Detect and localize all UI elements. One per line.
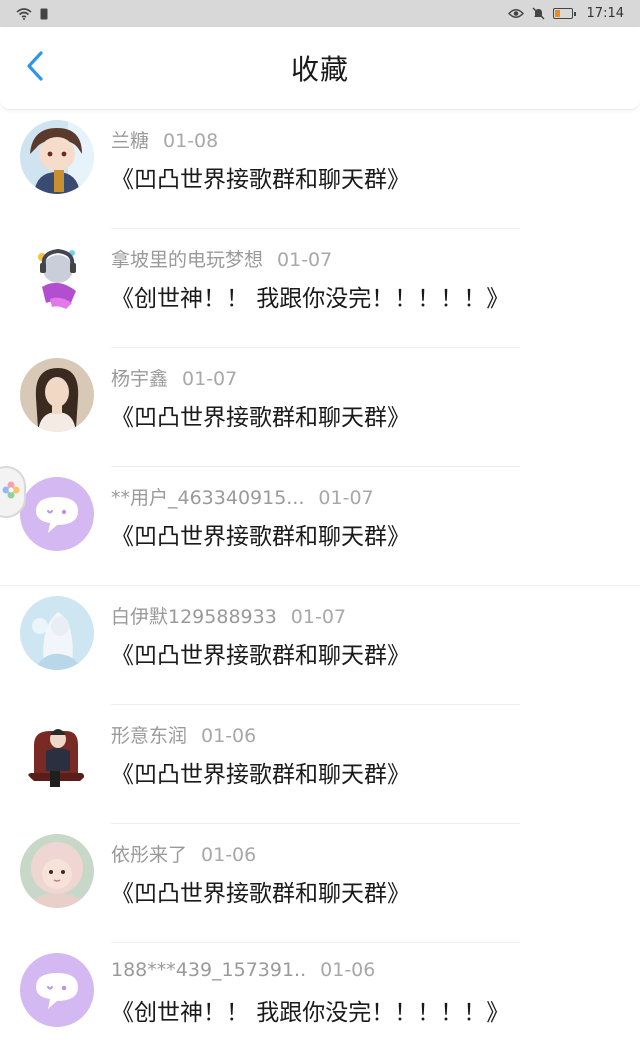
item-meta: 兰糖 01-08 — [111, 126, 218, 153]
item-meta: 188***439_157391.. 01-06 — [111, 959, 375, 981]
avatar[interactable] — [20, 239, 94, 313]
chevron-left-icon — [25, 50, 45, 86]
avatar[interactable] — [20, 477, 94, 551]
item-date: 01-07 — [277, 249, 333, 271]
avatar[interactable] — [20, 596, 94, 670]
list-item[interactable]: **用户_463340915... 01-07 《凹凸世界接歌群和聊天群》 — [0, 467, 640, 586]
avatar[interactable] — [20, 120, 94, 194]
list-item[interactable]: 形意东润 01-06 《凹凸世界接歌群和聊天群》 — [0, 705, 640, 824]
mute-icon — [532, 7, 545, 20]
status-bar-left — [16, 7, 48, 20]
wifi-icon — [16, 7, 32, 20]
user-name: 形意东润 — [111, 725, 188, 747]
item-date: 01-07 — [290, 606, 347, 628]
user-name: 兰糖 — [111, 130, 150, 152]
status-time: 17:14 — [586, 6, 624, 21]
user-name: 杨宇鑫 — [111, 368, 169, 390]
list-item[interactable]: 188***439_157391.. 01-06 《创世神！！ 我跟你没完！！！！… — [0, 943, 640, 1062]
item-meta: 白伊默129588933 01-07 — [111, 602, 346, 629]
user-name: 188***439_157391.. — [111, 959, 307, 981]
header-bar: 收藏 — [0, 27, 640, 110]
item-meta: **用户_463340915... 01-07 — [111, 483, 374, 510]
item-date: 01-07 — [318, 487, 374, 509]
favorites-list: 兰糖 01-08 《凹凸世界接歌群和聊天群》 拿坡里的电玩梦想 01-07 《创世神… — [0, 110, 640, 1062]
avatar[interactable] — [20, 715, 94, 789]
avatar[interactable] — [20, 834, 94, 908]
list-item[interactable]: 杨宇鑫 01-07 《凹凸世界接歌群和聊天群》 — [0, 348, 640, 467]
item-date: 01-06 — [320, 959, 376, 981]
avatar[interactable] — [20, 953, 94, 1027]
item-meta: 形意东润 01-06 — [111, 721, 256, 748]
item-date: 01-07 — [182, 368, 238, 390]
item-meta: 杨宇鑫 01-07 — [111, 364, 237, 391]
status-bar: 17:14 — [0, 0, 640, 27]
item-message: 《凹凸世界接歌群和聊天群》 — [111, 405, 410, 431]
status-bar-right: 17:14 — [507, 6, 624, 21]
avatar[interactable] — [20, 358, 94, 432]
page-title: 收藏 — [290, 53, 349, 86]
list-item[interactable]: 兰糖 01-08 《凹凸世界接歌群和聊天群》 — [0, 110, 640, 229]
item-message: 《创世神！！ 我跟你没完！！！！！》 — [111, 286, 510, 312]
item-date: 01-06 — [201, 725, 257, 747]
list-item[interactable]: 拿坡里的电玩梦想 01-07 《创世神！！ 我跟你没完！！！！！》 — [0, 229, 640, 348]
user-name: 白伊默129588933 — [111, 606, 277, 628]
list-item[interactable]: 依彤来了 01-06 《凹凸世界接歌群和聊天群》 — [0, 824, 640, 943]
eye-icon — [507, 8, 524, 19]
back-button[interactable] — [18, 51, 52, 85]
item-date: 01-08 — [163, 130, 219, 152]
item-date: 01-06 — [201, 844, 257, 866]
item-message: 《凹凸世界接歌群和聊天群》 — [111, 643, 410, 669]
item-meta: 拿坡里的电玩梦想 01-07 — [111, 245, 332, 272]
item-message: 《创世神！！ 我跟你没完！！！！！》 — [111, 1000, 510, 1026]
battery-icon — [552, 8, 576, 19]
list-item[interactable]: 白伊默129588933 01-07 《凹凸世界接歌群和聊天群》 — [0, 586, 640, 705]
user-name: 依彤来了 — [111, 844, 188, 866]
flower-icon — [2, 481, 20, 503]
item-message: 《凹凸世界接歌群和聊天群》 — [111, 167, 410, 193]
item-message: 《凹凸世界接歌群和聊天群》 — [111, 881, 410, 907]
sim-icon — [40, 8, 48, 20]
item-meta: 依彤来了 01-06 — [111, 840, 256, 867]
user-name: 拿坡里的电玩梦想 — [111, 249, 264, 271]
user-name: **用户_463340915... — [111, 487, 305, 509]
item-message: 《凹凸世界接歌群和聊天群》 — [111, 762, 410, 788]
item-message: 《凹凸世界接歌群和聊天群》 — [111, 524, 410, 550]
